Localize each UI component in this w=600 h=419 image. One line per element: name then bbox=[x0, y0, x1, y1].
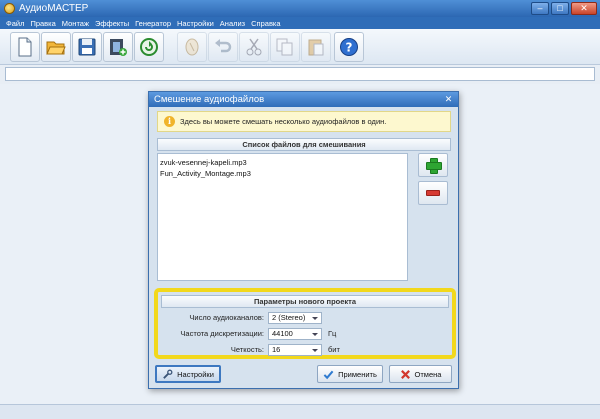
menu-effects[interactable]: Эффекты bbox=[92, 19, 132, 28]
close-window-button[interactable]: ✕ bbox=[571, 2, 597, 15]
dialog-title: Смешение аудиофайлов bbox=[149, 92, 458, 107]
menu-bar: Файл Правка Монтаж Эффекты Генератор Нас… bbox=[0, 17, 600, 29]
settings-button-label: Настройки bbox=[177, 369, 214, 379]
menu-montage[interactable]: Монтаж bbox=[59, 19, 92, 28]
undo-button[interactable] bbox=[208, 32, 238, 62]
channels-label: Число аудиоканалов: bbox=[189, 313, 264, 322]
chevron-down-icon bbox=[312, 349, 318, 352]
files-section-header: Список файлов для смешивания bbox=[157, 138, 451, 151]
open-button[interactable] bbox=[41, 32, 71, 62]
menu-edit[interactable]: Правка bbox=[27, 19, 58, 28]
chevron-down-icon bbox=[312, 317, 318, 320]
add-video-button[interactable] bbox=[103, 32, 133, 62]
mix-files-dialog: Смешение аудиофайлов ✕ i Здесь вы можете… bbox=[148, 91, 459, 389]
bitdepth-select[interactable]: 16 bbox=[268, 344, 322, 356]
record-button[interactable] bbox=[134, 32, 164, 62]
record-icon bbox=[140, 38, 158, 56]
params-section-header: Параметры нового проекта bbox=[161, 295, 449, 308]
main-toolbar: ? bbox=[0, 29, 600, 65]
bitdepth-value: 16 bbox=[272, 345, 281, 354]
mix-icon bbox=[185, 38, 199, 56]
remove-file-button[interactable] bbox=[418, 181, 448, 205]
samplerate-select[interactable]: 44100 bbox=[268, 328, 322, 340]
save-icon bbox=[78, 38, 96, 56]
channels-row: Число аудиоканалов: 2 (Stereo) bbox=[158, 312, 452, 324]
cut-icon bbox=[246, 38, 262, 56]
samplerate-value: 44100 bbox=[272, 329, 293, 338]
open-folder-icon bbox=[46, 41, 66, 55]
menu-generator[interactable]: Генератор bbox=[132, 19, 174, 28]
hint-text: Здесь вы можете смешать несколько аудиоф… bbox=[180, 117, 387, 126]
cancel-button[interactable]: Отмена bbox=[389, 365, 452, 383]
svg-text:?: ? bbox=[346, 41, 353, 55]
add-video-icon bbox=[110, 39, 127, 56]
new-file-button[interactable] bbox=[10, 32, 40, 62]
channels-value: 2 (Stereo) bbox=[272, 313, 306, 322]
undo-icon bbox=[215, 39, 232, 53]
app-title: АудиоМАСТЕР bbox=[19, 3, 89, 14]
bitdepth-row: Четкость: 16 бит bbox=[158, 344, 452, 356]
menu-settings[interactable]: Настройки bbox=[174, 19, 217, 28]
settings-button[interactable]: Настройки bbox=[155, 365, 221, 383]
file-list[interactable]: zvuk-vesennej-kapeli.mp3 Fun_Activity_Mo… bbox=[157, 153, 408, 281]
bitdepth-label: Четкость: bbox=[230, 345, 264, 354]
menu-file[interactable]: Файл bbox=[3, 19, 27, 28]
samplerate-label: Частота дискретизации: bbox=[180, 329, 264, 338]
apply-button-label: Применить bbox=[338, 369, 377, 379]
window-controls: – □ ✕ bbox=[531, 2, 597, 15]
plus-icon bbox=[426, 158, 442, 174]
menu-help[interactable]: Справка bbox=[248, 19, 283, 28]
copy-icon bbox=[276, 38, 293, 56]
save-button[interactable] bbox=[72, 32, 102, 62]
cross-icon bbox=[400, 369, 410, 379]
paste-icon bbox=[308, 39, 324, 56]
maximize-button[interactable]: □ bbox=[551, 2, 569, 15]
chevron-down-icon bbox=[312, 333, 318, 336]
apply-button[interactable]: Применить bbox=[317, 365, 383, 383]
cut-button[interactable] bbox=[239, 32, 269, 62]
status-bar bbox=[0, 404, 600, 419]
samplerate-unit: Гц bbox=[328, 329, 337, 338]
add-file-button[interactable] bbox=[418, 153, 448, 177]
hint-panel: i Здесь вы можете смешать несколько ауди… bbox=[157, 111, 451, 132]
help-icon: ? bbox=[340, 38, 358, 56]
app-titlebar: АудиоМАСТЕР – □ ✕ bbox=[0, 0, 600, 17]
wrench-icon bbox=[163, 369, 173, 379]
info-icon: i bbox=[164, 116, 175, 127]
project-params-panel: Параметры нового проекта Число аудиокана… bbox=[154, 288, 456, 359]
samplerate-row: Частота дискретизации: 44100 Гц bbox=[158, 328, 452, 340]
dialog-close-icon[interactable]: ✕ bbox=[443, 94, 454, 105]
new-file-icon bbox=[18, 37, 32, 57]
bitdepth-unit: бит bbox=[328, 345, 340, 354]
help-button[interactable]: ? bbox=[334, 32, 364, 62]
copy-button[interactable] bbox=[270, 32, 300, 62]
file-list-item[interactable]: Fun_Activity_Montage.mp3 bbox=[160, 168, 405, 179]
mix-button[interactable] bbox=[177, 32, 207, 62]
app-logo-icon bbox=[4, 3, 15, 14]
minus-icon bbox=[426, 190, 440, 196]
waveform-info-bar bbox=[5, 67, 595, 81]
checkmark-icon bbox=[323, 370, 334, 379]
menu-analysis[interactable]: Анализ bbox=[217, 19, 248, 28]
minimize-button[interactable]: – bbox=[531, 2, 549, 15]
paste-button[interactable] bbox=[301, 32, 331, 62]
channels-select[interactable]: 2 (Stereo) bbox=[268, 312, 322, 324]
file-list-item[interactable]: zvuk-vesennej-kapeli.mp3 bbox=[160, 157, 405, 168]
cancel-button-label: Отмена bbox=[414, 369, 442, 379]
